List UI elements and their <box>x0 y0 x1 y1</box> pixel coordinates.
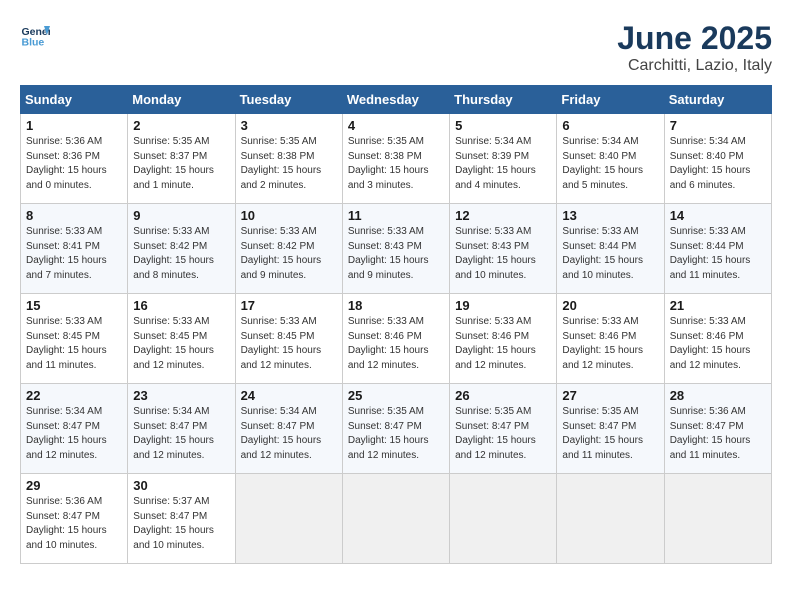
table-row <box>235 474 342 564</box>
title-block: June 2025 Carchitti, Lazio, Italy <box>617 20 772 75</box>
col-monday: Monday <box>128 86 235 114</box>
table-row: 1Sunrise: 5:36 AMSunset: 8:36 PMDaylight… <box>21 114 128 204</box>
table-row: 13Sunrise: 5:33 AMSunset: 8:44 PMDayligh… <box>557 204 664 294</box>
table-row: 17Sunrise: 5:33 AMSunset: 8:45 PMDayligh… <box>235 294 342 384</box>
table-row: 27Sunrise: 5:35 AMSunset: 8:47 PMDayligh… <box>557 384 664 474</box>
col-saturday: Saturday <box>664 86 771 114</box>
table-row: 19Sunrise: 5:33 AMSunset: 8:46 PMDayligh… <box>450 294 557 384</box>
table-row: 29Sunrise: 5:36 AMSunset: 8:47 PMDayligh… <box>21 474 128 564</box>
table-row: 16Sunrise: 5:33 AMSunset: 8:45 PMDayligh… <box>128 294 235 384</box>
table-row: 5Sunrise: 5:34 AMSunset: 8:39 PMDaylight… <box>450 114 557 204</box>
table-row: 12Sunrise: 5:33 AMSunset: 8:43 PMDayligh… <box>450 204 557 294</box>
table-row: 18Sunrise: 5:33 AMSunset: 8:46 PMDayligh… <box>342 294 449 384</box>
svg-text:Blue: Blue <box>22 37 45 49</box>
table-row: 28Sunrise: 5:36 AMSunset: 8:47 PMDayligh… <box>664 384 771 474</box>
table-row: 22Sunrise: 5:34 AMSunset: 8:47 PMDayligh… <box>21 384 128 474</box>
col-tuesday: Tuesday <box>235 86 342 114</box>
table-row: 2Sunrise: 5:35 AMSunset: 8:37 PMDaylight… <box>128 114 235 204</box>
col-sunday: Sunday <box>21 86 128 114</box>
table-row: 30Sunrise: 5:37 AMSunset: 8:47 PMDayligh… <box>128 474 235 564</box>
table-row: 7Sunrise: 5:34 AMSunset: 8:40 PMDaylight… <box>664 114 771 204</box>
table-row: 9Sunrise: 5:33 AMSunset: 8:42 PMDaylight… <box>128 204 235 294</box>
table-row: 26Sunrise: 5:35 AMSunset: 8:47 PMDayligh… <box>450 384 557 474</box>
table-row <box>450 474 557 564</box>
table-row <box>342 474 449 564</box>
table-row: 11Sunrise: 5:33 AMSunset: 8:43 PMDayligh… <box>342 204 449 294</box>
table-row: 24Sunrise: 5:34 AMSunset: 8:47 PMDayligh… <box>235 384 342 474</box>
table-row <box>557 474 664 564</box>
table-row: 21Sunrise: 5:33 AMSunset: 8:46 PMDayligh… <box>664 294 771 384</box>
logo: General Blue <box>20 20 50 50</box>
table-row: 6Sunrise: 5:34 AMSunset: 8:40 PMDaylight… <box>557 114 664 204</box>
table-row: 3Sunrise: 5:35 AMSunset: 8:38 PMDaylight… <box>235 114 342 204</box>
table-row: 14Sunrise: 5:33 AMSunset: 8:44 PMDayligh… <box>664 204 771 294</box>
col-friday: Friday <box>557 86 664 114</box>
calendar-header-row: Sunday Monday Tuesday Wednesday Thursday… <box>21 86 772 114</box>
logo-icon: General Blue <box>20 20 50 50</box>
table-row: 8Sunrise: 5:33 AMSunset: 8:41 PMDaylight… <box>21 204 128 294</box>
table-row: 15Sunrise: 5:33 AMSunset: 8:45 PMDayligh… <box>21 294 128 384</box>
table-row: 20Sunrise: 5:33 AMSunset: 8:46 PMDayligh… <box>557 294 664 384</box>
page-header: General Blue June 2025 Carchitti, Lazio,… <box>20 20 772 75</box>
table-row: 10Sunrise: 5:33 AMSunset: 8:42 PMDayligh… <box>235 204 342 294</box>
calendar-table: Sunday Monday Tuesday Wednesday Thursday… <box>20 85 772 564</box>
col-wednesday: Wednesday <box>342 86 449 114</box>
calendar-subtitle: Carchitti, Lazio, Italy <box>617 57 772 75</box>
col-thursday: Thursday <box>450 86 557 114</box>
table-row: 4Sunrise: 5:35 AMSunset: 8:38 PMDaylight… <box>342 114 449 204</box>
table-row <box>664 474 771 564</box>
table-row: 23Sunrise: 5:34 AMSunset: 8:47 PMDayligh… <box>128 384 235 474</box>
calendar-title: June 2025 <box>617 20 772 57</box>
table-row: 25Sunrise: 5:35 AMSunset: 8:47 PMDayligh… <box>342 384 449 474</box>
